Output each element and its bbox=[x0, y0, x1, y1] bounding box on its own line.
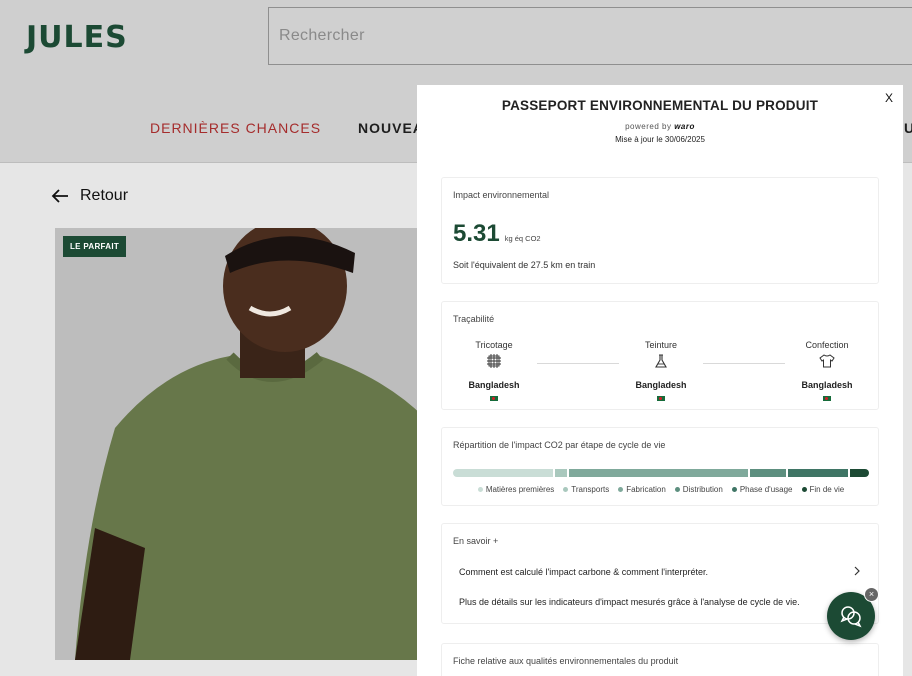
update-date: Mise à jour le 30/06/2025 bbox=[615, 135, 705, 144]
trace-step-knitting: Tricotage Bangladesh bbox=[454, 340, 534, 401]
step-connector bbox=[703, 363, 785, 364]
nav-item-new[interactable]: NOUVEA bbox=[358, 120, 424, 136]
legend-label: Phase d'usage bbox=[739, 485, 793, 494]
step-label: Confection bbox=[805, 340, 849, 350]
step-label: Teinture bbox=[644, 340, 678, 350]
legend-item: Transports bbox=[563, 485, 609, 494]
bangladesh-flag-icon bbox=[657, 396, 665, 401]
legend-label: Transports bbox=[571, 485, 610, 494]
back-label: Retour bbox=[80, 187, 129, 204]
learn-more-heading[interactable]: En savoir + bbox=[453, 536, 498, 546]
step-country: Bangladesh bbox=[468, 380, 520, 390]
back-link[interactable]: Retour bbox=[50, 186, 128, 206]
legend-dot bbox=[801, 487, 807, 492]
tshirt-icon bbox=[819, 354, 835, 368]
product-photo[interactable] bbox=[55, 228, 425, 660]
trace-step-dyeing: Teinture Bangladesh bbox=[621, 340, 701, 401]
quality-sheet-card[interactable]: Fiche relative aux qualités environnemen… bbox=[441, 643, 879, 676]
arrow-left-icon bbox=[51, 189, 68, 203]
legend-label: Distribution bbox=[682, 485, 723, 494]
lifecycle-segment bbox=[453, 469, 555, 477]
powered-by: powered by waro bbox=[417, 122, 903, 131]
step-label: Tricotage bbox=[475, 340, 513, 350]
legend-dot bbox=[731, 487, 737, 492]
knitting-icon bbox=[487, 354, 501, 368]
legend-item: Phase d'usage bbox=[731, 485, 793, 494]
lifecycle-heading: Répartition de l'impact CO2 par étape de… bbox=[453, 440, 666, 450]
environmental-passport-modal: X PASSEPORT ENVIRONNEMENTAL DU PRODUIT p… bbox=[417, 85, 903, 676]
learn-more-card: En savoir + Comment est calculé l'impact… bbox=[441, 523, 879, 624]
bangladesh-flag-icon bbox=[490, 396, 498, 401]
step-connector bbox=[537, 363, 619, 364]
step-country: Bangladesh bbox=[635, 380, 687, 390]
modal-title: PASSEPORT ENVIRONNEMENTAL DU PRODUIT bbox=[501, 98, 819, 113]
model-in-tshirt-illustration bbox=[55, 228, 425, 660]
search-placeholder: Rechercher bbox=[279, 27, 365, 44]
lca-details-link[interactable]: Plus de détails sur les indicateurs d'im… bbox=[459, 597, 800, 607]
legend-dot bbox=[563, 487, 569, 492]
impact-value: 5.31 bbox=[453, 220, 500, 247]
chevron-right-icon[interactable] bbox=[852, 566, 862, 576]
trace-step-making: Confection Bangladesh bbox=[787, 340, 867, 401]
legend-item: Distribution bbox=[674, 485, 723, 494]
bangladesh-flag-icon bbox=[823, 396, 831, 401]
lifecycle-stacked-bar bbox=[453, 469, 869, 477]
chat-bubbles-icon bbox=[840, 606, 862, 628]
impact-card: Impact environnemental 5.31 kg éq CO2 So… bbox=[441, 177, 879, 284]
legend-label: Fabrication bbox=[626, 485, 666, 494]
nav-item-last-chances[interactable]: DERNIÈRES CHANCES bbox=[150, 120, 321, 136]
traceability-card: Traçabilité Tricotage Bangladesh Teintur… bbox=[441, 301, 879, 410]
quality-sheet-heading: Fiche relative aux qualités environnemen… bbox=[453, 656, 679, 666]
flask-icon bbox=[655, 354, 667, 368]
lifecycle-segment bbox=[554, 469, 570, 477]
impact-value-row: 5.31 kg éq CO2 bbox=[453, 220, 541, 248]
impact-heading: Impact environnemental bbox=[453, 190, 550, 200]
impact-unit: kg éq CO2 bbox=[504, 234, 541, 243]
carbon-impact-link[interactable]: Comment est calculé l'impact carbone & c… bbox=[459, 567, 708, 577]
jules-logo[interactable]: JULES bbox=[26, 20, 128, 55]
legend-item: Fabrication bbox=[618, 485, 666, 494]
legend-label: Fin de vie bbox=[809, 485, 845, 494]
lifecycle-legend: Matières premières Transports Fabrication D… bbox=[442, 485, 880, 494]
lifecycle-card: Répartition de l'impact CO2 par étape de… bbox=[441, 427, 879, 506]
step-country: Bangladesh bbox=[801, 380, 853, 390]
lifecycle-segment bbox=[569, 469, 751, 477]
chat-close-button[interactable]: × bbox=[864, 587, 879, 602]
legend-item: Matières premières bbox=[477, 485, 555, 494]
traceability-heading: Traçabilité bbox=[453, 314, 495, 324]
legend-dot bbox=[618, 487, 624, 492]
page: JULES Rechercher DERNIÈRES CHANCES NOUVE… bbox=[0, 0, 912, 676]
lifecycle-segment bbox=[787, 469, 851, 477]
impact-equivalent: Soit l'équivalent de 27.5 km en train bbox=[453, 260, 596, 270]
legend-dot bbox=[674, 487, 680, 492]
legend-item: Fin de vie bbox=[801, 485, 845, 494]
legend-label: Matières premières bbox=[485, 485, 555, 494]
search-input[interactable]: Rechercher bbox=[268, 7, 912, 65]
lifecycle-segment bbox=[850, 469, 869, 477]
lifecycle-segment bbox=[750, 469, 788, 477]
waro-logo[interactable]: waro bbox=[674, 122, 695, 131]
product-badge: LE PARFAIT bbox=[63, 236, 127, 257]
legend-dot bbox=[477, 487, 483, 492]
powered-by-label: powered by bbox=[625, 122, 672, 131]
nav-item-cut[interactable]: U bbox=[904, 120, 912, 136]
